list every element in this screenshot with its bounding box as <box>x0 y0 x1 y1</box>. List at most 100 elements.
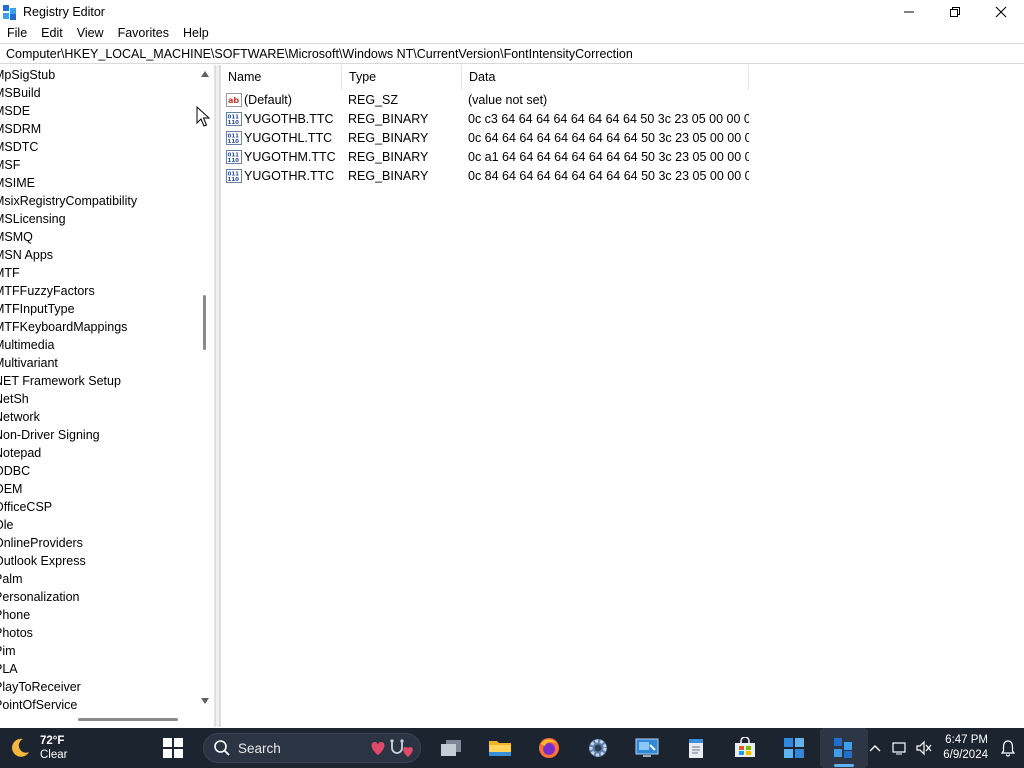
tree-item[interactable]: MSIME <box>0 174 197 192</box>
tree-item[interactable]: PLA <box>0 660 197 678</box>
value-name: YUGOTHL.TTC <box>244 130 333 145</box>
menu-bar: File Edit View Favorites Help <box>0 23 1024 43</box>
settings-button[interactable] <box>586 736 610 760</box>
start-icon <box>163 738 183 758</box>
tree-item[interactable]: Pim <box>0 642 197 660</box>
tree-item[interactable]: MSDRM <box>0 120 197 138</box>
column-header-type[interactable]: Type <box>342 65 462 90</box>
tree-item[interactable]: Non-Driver Signing <box>0 426 197 444</box>
settings-icon <box>589 739 607 757</box>
task-view-button[interactable] <box>439 736 463 760</box>
tree-item[interactable]: Network <box>0 408 197 426</box>
tree-item[interactable]: MSMQ <box>0 228 197 246</box>
value-row[interactable]: ab (Default) REG_SZ (value not set) <box>221 90 1024 109</box>
widgets-icon <box>784 738 804 758</box>
tree-item[interactable]: PointOfService <box>0 696 197 714</box>
tree-item[interactable]: Outlook Express <box>0 552 197 570</box>
file-explorer-button[interactable] <box>488 736 512 760</box>
tree-item[interactable]: OnlineProviders <box>0 534 197 552</box>
menu-help[interactable]: Help <box>176 23 216 43</box>
restore-button[interactable] <box>932 0 978 23</box>
tree-item[interactable]: MSDE <box>0 102 197 120</box>
tree-item[interactable]: Phone <box>0 606 197 624</box>
horizontal-scroll-thumb[interactable] <box>78 718 178 721</box>
value-name: YUGOTHR.TTC <box>244 168 335 183</box>
scroll-thumb[interactable] <box>203 295 206 350</box>
menu-edit[interactable]: Edit <box>34 23 70 43</box>
search-box[interactable]: Search <box>203 733 421 763</box>
tree-horizontal-scrollbar[interactable] <box>0 713 197 727</box>
weather-widget[interactable]: 72°F Clear <box>8 728 67 768</box>
value-row[interactable]: 011 110 YUGOTHB.TTC REG_BINARY 0c c3 64 6… <box>221 109 1024 128</box>
minimize-button[interactable] <box>886 0 932 23</box>
active-indicator <box>834 764 854 767</box>
menu-file[interactable]: File <box>0 23 34 43</box>
value-row[interactable]: 011 110 YUGOTHR.TTC REG_BINARY 0c 84 64 6… <box>221 166 1024 185</box>
scroll-up-icon[interactable] <box>201 71 209 77</box>
tree-item[interactable]: OEM <box>0 480 197 498</box>
column-header-name[interactable]: Name <box>221 65 342 90</box>
svg-text:110: 110 <box>228 139 240 145</box>
tree-item[interactable]: Multivariant <box>0 354 197 372</box>
mouse-cursor-icon <box>196 106 210 127</box>
value-name: YUGOTHM.TTC <box>244 149 336 164</box>
close-button[interactable] <box>978 0 1024 23</box>
network-icon[interactable] <box>891 739 909 757</box>
tree-item[interactable]: Personalization <box>0 588 197 606</box>
control-panel-button[interactable] <box>635 736 659 760</box>
tree-item[interactable]: NET Framework Setup <box>0 372 197 390</box>
tree-item[interactable]: MSN Apps <box>0 246 197 264</box>
menu-favorites[interactable]: Favorites <box>111 23 176 43</box>
registry-editor-taskbar-button[interactable] <box>820 728 868 768</box>
tree-item[interactable]: NetSh <box>0 390 197 408</box>
registry-editor-icon <box>2 4 18 20</box>
tree-item[interactable]: MTFInputType <box>0 300 197 318</box>
notification-bell-icon[interactable] <box>1000 739 1016 757</box>
notepad-button[interactable] <box>684 736 708 760</box>
volume-muted-icon[interactable] <box>915 739 933 757</box>
tree-item[interactable]: Photos <box>0 624 197 642</box>
column-header-data[interactable]: Data <box>462 65 749 90</box>
tree-item[interactable]: Ole <box>0 516 197 534</box>
tree-item[interactable]: PlayToReceiver <box>0 678 197 696</box>
tree-item[interactable]: MTFKeyboardMappings <box>0 318 197 336</box>
menu-view[interactable]: View <box>70 23 111 43</box>
start-button[interactable] <box>161 736 185 760</box>
tree-item[interactable]: MSLicensing <box>0 210 197 228</box>
tree-item[interactable]: MSBuild <box>0 84 197 102</box>
control-panel-icon <box>635 738 659 757</box>
tree-item[interactable]: MsixRegistryCompatibility <box>0 192 197 210</box>
chevron-up-icon[interactable] <box>869 743 881 753</box>
value-row[interactable]: 011 110 YUGOTHL.TTC REG_BINARY 0c 64 64 6… <box>221 128 1024 147</box>
tree-item[interactable]: MSDTC <box>0 138 197 156</box>
value-type: REG_BINARY <box>348 168 429 183</box>
tree-item[interactable]: MpSigStub <box>0 66 197 84</box>
search-highlight-icon <box>371 739 413 757</box>
tree-item[interactable]: Notepad <box>0 444 197 462</box>
value-row[interactable]: 011 110 YUGOTHM.TTC REG_BINARY 0c a1 64 6… <box>221 147 1024 166</box>
clock[interactable]: 6:47 PM 6/9/2024 <box>943 733 988 763</box>
restore-icon <box>950 6 960 17</box>
firefox-button[interactable] <box>537 736 561 760</box>
weather-condition: Clear <box>40 749 68 761</box>
tree-list: MpSigStubMSBuildMSDEMSDRMMSDTCMSFMSIMEMs… <box>0 66 197 714</box>
widgets-button[interactable] <box>782 736 806 760</box>
svg-text:110: 110 <box>228 177 240 183</box>
tree-item[interactable]: Palm <box>0 570 197 588</box>
registry-editor-icon <box>834 738 852 758</box>
tree-item[interactable]: MTFFuzzyFactors <box>0 282 197 300</box>
tree-pane: MpSigStubMSBuildMSDEMSDRMMSDTCMSFMSIMEMs… <box>0 65 215 727</box>
scroll-down-icon[interactable] <box>201 698 209 704</box>
svg-text:ab: ab <box>228 96 239 105</box>
tree-item[interactable]: MSF <box>0 156 197 174</box>
title-bar: Registry Editor <box>0 0 1024 23</box>
tree-item[interactable]: ODBC <box>0 462 197 480</box>
tree-vertical-scrollbar[interactable] <box>197 65 213 713</box>
tree-item[interactable]: OfficeCSP <box>0 498 197 516</box>
address-bar[interactable]: Computer\HKEY_LOCAL_MACHINE\SOFTWARE\Mic… <box>0 43 1024 64</box>
store-button[interactable] <box>733 736 757 760</box>
tree-item[interactable]: MTF <box>0 264 197 282</box>
value-name: YUGOTHB.TTC <box>244 111 334 126</box>
value-name: (Default) <box>244 92 292 107</box>
tree-item[interactable]: Multimedia <box>0 336 197 354</box>
